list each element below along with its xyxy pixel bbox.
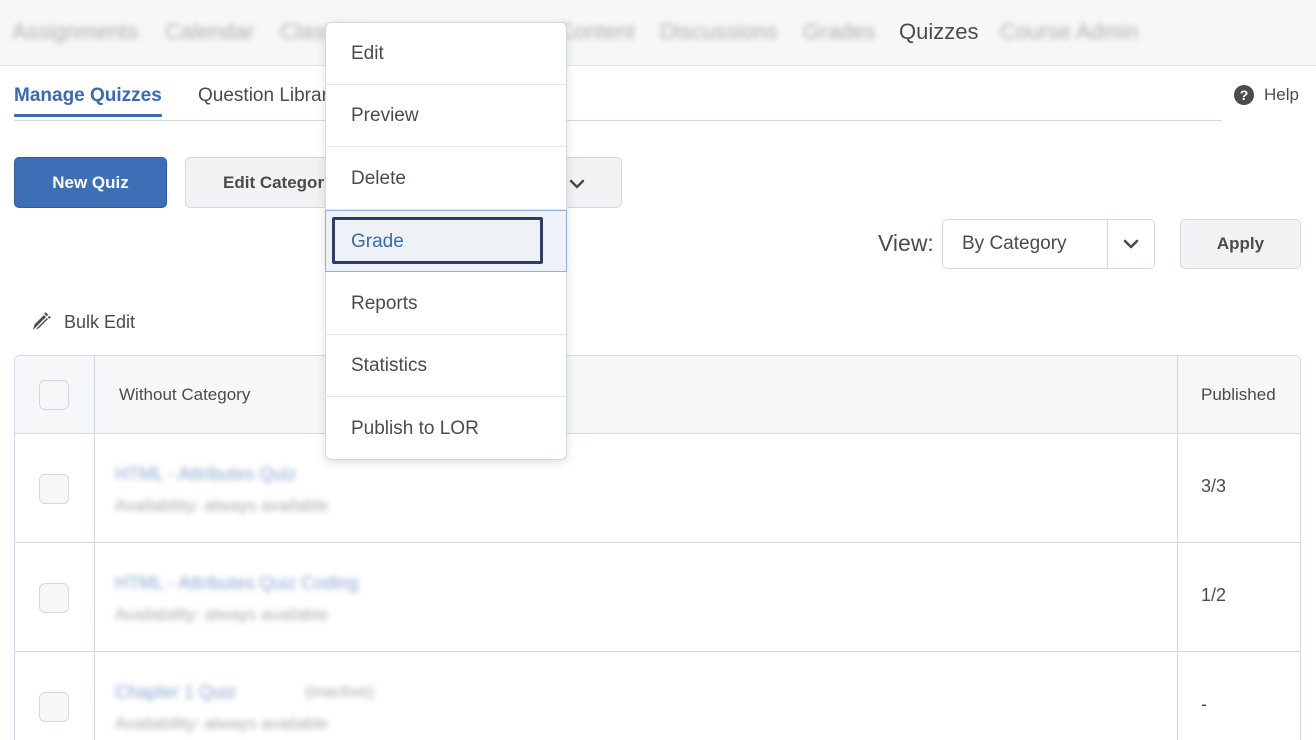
menu-item-publish-to-lor[interactable]: Publish to LOR (326, 398, 566, 460)
row-checkbox[interactable] (39, 474, 69, 504)
row-checkbox[interactable] (39, 692, 69, 722)
tab-question-library[interactable]: Question Library (198, 85, 337, 107)
nav-calendar[interactable]: Calendar (165, 18, 254, 46)
help-link[interactable]: ? Help (1234, 85, 1299, 105)
table-header: Without Category Published (15, 356, 1300, 434)
chevron-down-icon (569, 179, 585, 189)
published-count: - (1201, 694, 1207, 714)
quiz-tabs: Manage Quizzes Question Library ? Help (0, 67, 1316, 129)
menu-item-label: Grade (351, 231, 404, 252)
column-divider (1177, 356, 1178, 740)
published-count: 1/2 (1201, 585, 1227, 605)
course-navbar: Assignments Calendar Classlist Content D… (0, 0, 1316, 66)
quiz-title-link[interactable]: HTML - Attributes Quiz Coding (115, 573, 358, 594)
help-icon: ? (1234, 85, 1254, 105)
menu-item-edit[interactable]: Edit (326, 23, 566, 85)
menu-item-delete[interactable]: Delete (326, 148, 566, 210)
menu-item-preview[interactable]: Preview (326, 85, 566, 147)
bulk-edit-button[interactable]: Bulk Edit (30, 311, 135, 333)
view-select-value: By Category (962, 233, 1067, 254)
select-all-checkbox[interactable] (39, 380, 69, 410)
menu-item-label: Edit (351, 43, 384, 64)
tab-manage-quizzes-label: Manage Quizzes (14, 85, 162, 106)
view-select[interactable]: By Category (942, 219, 1155, 269)
nav-course-admin[interactable]: Course Admin (1000, 18, 1138, 46)
quiz-table: Without Category Published HTML - Attrib… (14, 355, 1301, 740)
table-row: HTML - Attributes Quiz Coding Availabili… (15, 543, 1300, 652)
quiz-title-link[interactable]: Chapter 1 Quiz (115, 682, 236, 703)
menu-item-label: Delete (351, 168, 406, 189)
nav-content[interactable]: Content (558, 18, 635, 46)
table-row: Chapter 1 Quiz (inactive) Availability: … (15, 652, 1300, 740)
nav-discussions[interactable]: Discussions (660, 18, 777, 46)
new-quiz-button[interactable]: New Quiz (14, 157, 167, 208)
active-tab-indicator (14, 114, 162, 117)
menu-item-label: Preview (351, 105, 419, 126)
menu-item-statistics[interactable]: Statistics (326, 335, 566, 397)
chevron-down-icon (1123, 239, 1139, 249)
menu-item-label: Reports (351, 293, 418, 314)
select-divider (1107, 220, 1108, 268)
table-row: HTML - Attributes Quiz Availability: alw… (15, 434, 1300, 543)
quiz-availability: Availability: always available (115, 714, 329, 733)
nav-grades[interactable]: Grades (803, 18, 875, 46)
tab-manage-quizzes[interactable]: Manage Quizzes (14, 85, 162, 117)
quiz-availability: Availability: always available (115, 605, 329, 624)
menu-item-label: Publish to LOR (351, 418, 479, 439)
quiz-context-menu: Edit Preview Delete Grade Reports Statis… (325, 22, 567, 460)
quiz-inactive-label: (inactive) (305, 682, 374, 701)
quiz-title-link[interactable]: HTML - Attributes Quiz (115, 464, 296, 485)
published-header: Published (1201, 385, 1276, 404)
bulk-edit-label: Bulk Edit (64, 311, 136, 332)
apply-button[interactable]: Apply (1180, 219, 1301, 269)
nav-quizzes[interactable]: Quizzes (899, 18, 978, 46)
pencil-icon (31, 312, 51, 333)
category-header: Without Category (119, 385, 251, 404)
help-label: Help (1264, 85, 1299, 104)
column-divider (94, 356, 95, 740)
row-checkbox[interactable] (39, 583, 69, 613)
nav-assignments[interactable]: Assignments (12, 18, 138, 46)
view-label: View: (878, 230, 934, 256)
quiz-availability: Availability: always available (115, 496, 329, 515)
menu-item-label: Statistics (351, 355, 428, 376)
published-count: 3/3 (1201, 476, 1227, 496)
menu-item-grade[interactable]: Grade (325, 210, 567, 272)
menu-item-reports[interactable]: Reports (326, 273, 566, 335)
tab-divider (14, 120, 1222, 121)
